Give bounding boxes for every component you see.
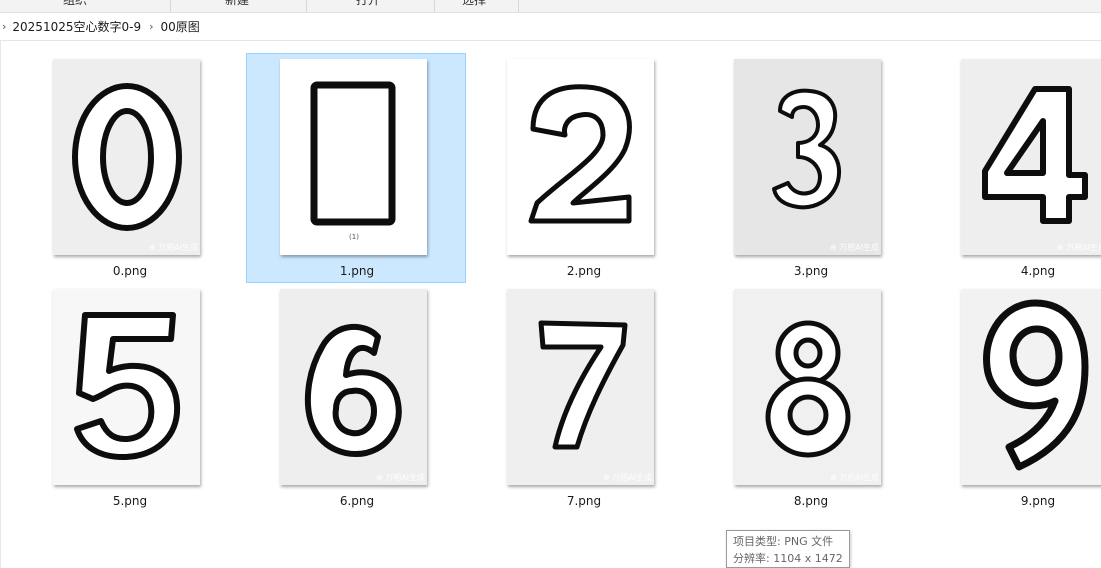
digit-outline-image	[982, 86, 1088, 224]
file-item[interactable]: (1) 1.png	[246, 53, 466, 283]
file-name-label: 2.png	[566, 264, 602, 278]
watermark-label: ⊕ 万相AI生成	[829, 243, 879, 252]
file-name-label: 9.png	[1020, 494, 1056, 508]
ribbon-group-label: 打开	[356, 0, 381, 7]
file-name-label: 3.png	[793, 264, 829, 278]
ribbon-group-open[interactable]: 打开	[306, 0, 435, 12]
file-thumbnail[interactable]: ⊕ 万相AI生成	[734, 289, 881, 485]
file-thumbnail[interactable]: ⊕ 万相AI生成	[53, 59, 200, 255]
digit-outline-image	[983, 299, 1089, 471]
file-name-label: 7.png	[566, 494, 602, 508]
watermark-label: ⊕ 万相AI生成	[602, 473, 652, 482]
tooltip-type-line: 项目类型: PNG 文件	[733, 535, 834, 548]
ribbon-group-label: 选择	[462, 0, 487, 7]
digit-outline-image	[772, 88, 841, 210]
digit-outline-image	[304, 323, 402, 457]
watermark-label: ⊕ 万相AI生成	[148, 243, 198, 252]
file-name-label: 5.png	[112, 494, 148, 508]
file-item[interactable]: 9.png	[927, 283, 1101, 513]
watermark-label: ⊕ 万相AI生成	[375, 473, 425, 482]
breadcrumb-item-parent-folder[interactable]: 20251025空心数字0-9	[12, 18, 141, 35]
file-thumbnail[interactable]	[507, 59, 654, 255]
digit-outline-image	[72, 83, 182, 231]
file-thumbnail[interactable]: ⊕ 万相AI生成	[734, 59, 881, 255]
chevron-right-icon[interactable]: ›	[2, 20, 6, 33]
chevron-right-icon[interactable]: ›	[149, 20, 153, 33]
file-item[interactable]: ⊕ 万相AI生成 6.png	[246, 283, 466, 513]
address-bar[interactable]: › 20251025空心数字0-9 › 00原图	[0, 13, 1101, 41]
file-name-label: 8.png	[793, 494, 829, 508]
file-list-pane[interactable]: ⊕ 万相AI生成 0.png (1) 1.png 2.png ⊕ 万相AI生成 3.png ⊕…	[0, 41, 1101, 568]
file-item[interactable]: ⊕ 万相AI生成 7.png	[473, 283, 693, 513]
file-name-label: 0.png	[112, 264, 148, 278]
tooltip-resolution-line: 分辨率: 1104 x 1472	[733, 552, 843, 565]
breadcrumb-item-current-folder[interactable]: 00原图	[161, 18, 200, 35]
file-name-label: 6.png	[339, 494, 375, 508]
file-item[interactable]: ⊕ 万相AI生成 8.png	[700, 283, 920, 513]
digit-outline-image	[538, 320, 628, 450]
ribbon-group-new[interactable]: 新建	[170, 0, 307, 12]
file-item[interactable]: ⊕ 万相AI生成 4.png	[927, 53, 1101, 283]
file-item[interactable]: ⊕ 万相AI生成 3.png	[700, 53, 920, 283]
file-thumbnail[interactable]: ⊕ 万相AI生成	[280, 289, 427, 485]
ribbon-group-label: 新建	[225, 0, 250, 7]
file-item[interactable]: 2.png	[473, 53, 693, 283]
file-thumbnail[interactable]: ⊕ 万相AI生成	[507, 289, 654, 485]
file-info-tooltip: 项目类型: PNG 文件 分辨率: 1104 x 1472	[726, 530, 850, 568]
file-name-label: 1.png	[339, 264, 375, 278]
watermark-label: ⊕ 万相AI生成	[829, 473, 879, 482]
file-item[interactable]: ⊕ 万相AI生成 0.png	[19, 53, 239, 283]
ribbon-toolbar: 组织 新建 打开 选择	[0, 0, 1101, 13]
file-thumbnail[interactable]	[961, 289, 1101, 485]
digit-outline-image	[74, 312, 181, 460]
file-item[interactable]: 5.png	[19, 283, 239, 513]
file-thumbnail[interactable]	[53, 289, 200, 485]
ribbon-group-organize[interactable]: 组织	[0, 0, 171, 12]
file-thumbnail[interactable]: ⊕ 万相AI生成	[961, 59, 1101, 255]
file-thumbnail[interactable]: (1)	[280, 59, 427, 255]
digit-outline-image	[765, 320, 851, 458]
digit-outline-image	[528, 84, 632, 224]
watermark-label: ⊕ 万相AI生成	[1056, 243, 1101, 252]
ribbon-group-select[interactable]: 选择	[434, 0, 519, 12]
file-name-label: 4.png	[1020, 264, 1056, 278]
svg-text:(1): (1)	[349, 233, 359, 241]
ribbon-group-label: 组织	[63, 0, 88, 7]
digit-outline-image: (1)	[310, 81, 396, 241]
